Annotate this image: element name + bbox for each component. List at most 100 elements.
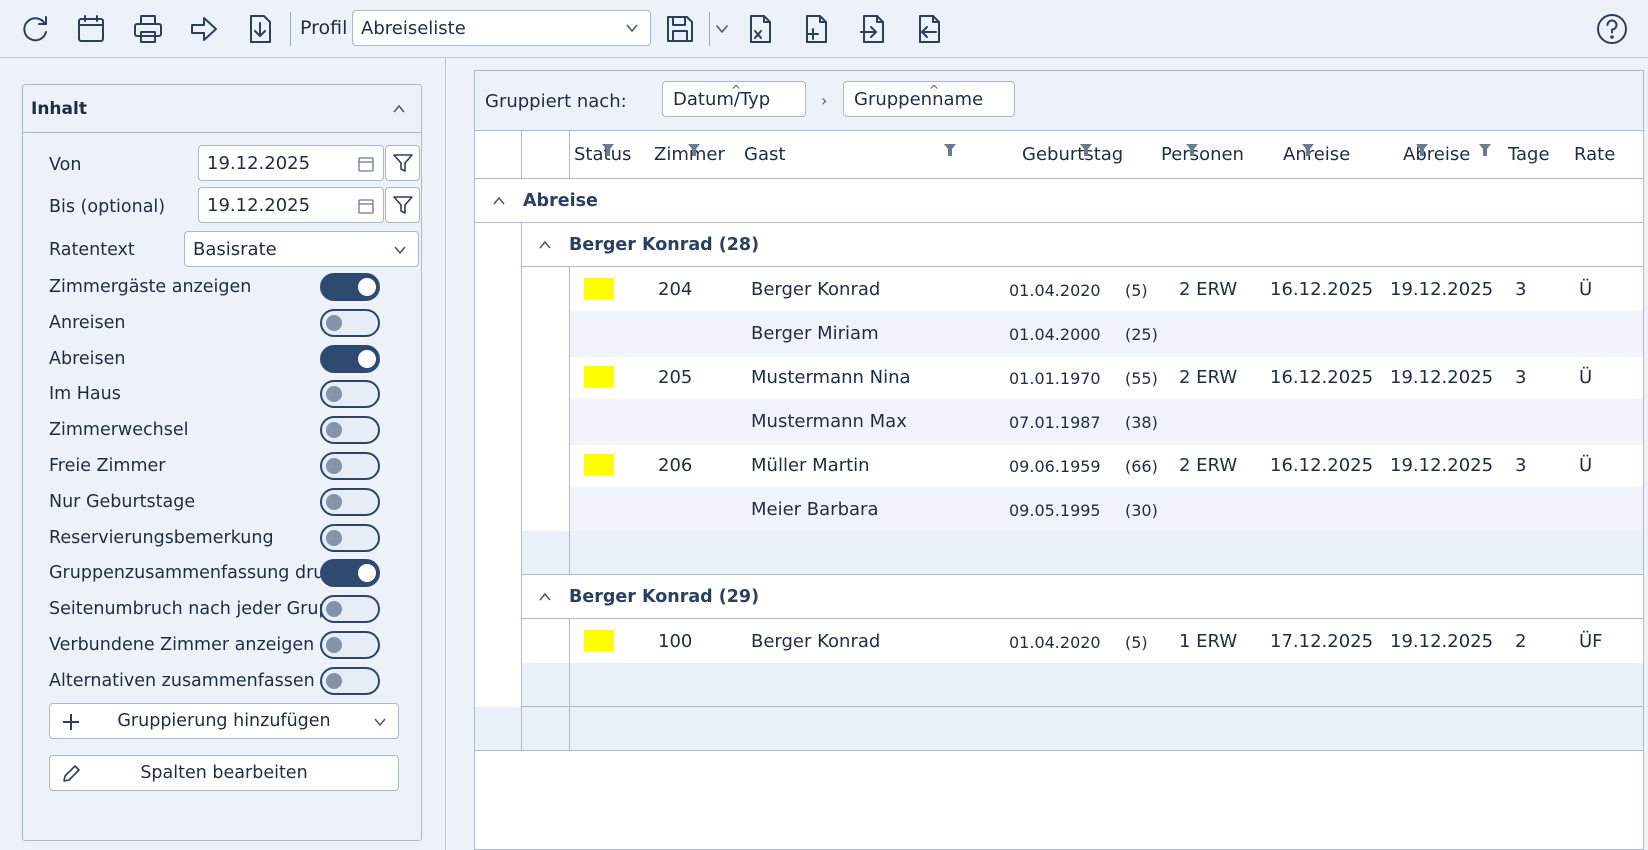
zimmer-cell: 204 (658, 279, 693, 300)
left-sidebar: Inhalt Von 19.12.2025 Bis (optional) 19.… (0, 58, 446, 850)
toggle-label: Freie Zimmer (49, 456, 166, 476)
zimmer-cell: 206 (658, 455, 693, 476)
column-abreise[interactable]: Abreise (1403, 144, 1470, 165)
bis-label: Bis (optional) (49, 197, 166, 217)
calendar-icon[interactable] (357, 155, 375, 173)
toggle-switch[interactable] (320, 631, 380, 659)
geburtstag-cell: 01.04.2000 (1009, 325, 1101, 344)
table-row[interactable]: 100 Berger Konrad 01.04.2020 (5) 1 ERW 17.12.… (570, 619, 1643, 665)
toggle-knob (326, 458, 342, 474)
toggle-switch[interactable] (320, 488, 380, 516)
edit-columns-button[interactable]: Spalten bearbeiten (49, 755, 399, 791)
column-filter-icon[interactable] (1079, 143, 1093, 157)
add-grouping-button[interactable]: Gruppierung hinzufügen (49, 703, 399, 739)
forward-icon[interactable] (185, 10, 223, 48)
alter-cell: (5) (1125, 281, 1148, 300)
toggle-switch[interactable] (320, 345, 380, 373)
bis-filter-button[interactable] (385, 187, 420, 223)
column-header-row: Status Zimmer Gast Geburtstag Personen A… (475, 131, 1643, 179)
anreise-cell: 16.12.2025 (1270, 455, 1374, 476)
toggle-knob (326, 494, 342, 510)
group-title: Berger Konrad (29) (569, 587, 760, 607)
sort-caret-icon: ^ (731, 83, 742, 97)
plus-icon (63, 714, 79, 730)
toggle-switch[interactable] (320, 416, 380, 444)
toggle-switch[interactable] (320, 559, 380, 587)
table-row[interactable]: 204 Berger Konrad 01.04.2020 (5) 2 ERW 16.12.… (570, 267, 1643, 313)
column-filter-icon[interactable] (1478, 143, 1492, 157)
grouped-grid: Gruppiert nach: ^ Datum/Typ › ^ Gruppenn… (474, 70, 1644, 850)
column-rate[interactable]: Rate (1574, 144, 1615, 165)
column-filter-icon[interactable] (943, 143, 957, 157)
toggle-label: Nur Geburtstage (49, 492, 196, 512)
table-row[interactable]: Berger Miriam 01.04.2000 (25) (570, 311, 1643, 357)
toggle-switch[interactable] (320, 595, 380, 623)
profil-value: Abreiseliste (361, 17, 466, 39)
toggle-knob (358, 278, 376, 296)
help-icon[interactable] (1593, 10, 1631, 48)
column-personen[interactable]: Personen (1161, 144, 1244, 165)
column-filter-icon[interactable] (687, 143, 701, 157)
column-geburtstag[interactable]: Geburtstag (1022, 144, 1123, 165)
toggle-switch[interactable] (320, 380, 380, 408)
ratentext-select[interactable]: Basisrate (184, 231, 419, 267)
chevron-up-icon[interactable] (537, 237, 553, 253)
grid-divider (569, 707, 570, 751)
inhalt-panel: Inhalt Von 19.12.2025 Bis (optional) 19.… (22, 84, 422, 841)
column-anreise[interactable]: Anreise (1283, 144, 1350, 165)
group-row-top[interactable]: Abreise (475, 179, 1643, 223)
alter-cell: (30) (1125, 501, 1158, 520)
toggle-switch[interactable] (320, 309, 380, 337)
geburtstag-cell: 09.05.1995 (1009, 501, 1101, 520)
grid-divider (569, 131, 570, 179)
download-icon[interactable] (241, 10, 279, 48)
von-date-input[interactable]: 19.12.2025 (198, 145, 384, 181)
chip-separator: › (821, 91, 828, 110)
alter-cell: (55) (1125, 369, 1158, 388)
table-row[interactable]: 206 Müller Martin 09.06.1959 (66) 2 ERW 16.12… (570, 443, 1643, 489)
table-row[interactable]: Mustermann Max 07.01.1987 (38) (570, 399, 1643, 445)
chevron-up-icon[interactable] (537, 589, 553, 605)
group-row[interactable]: Berger Konrad (28) (522, 223, 1643, 267)
refresh-icon[interactable] (16, 10, 54, 48)
file-excel-icon[interactable] (741, 10, 779, 48)
toggle-label: Anreisen (49, 313, 126, 333)
column-filter-icon[interactable] (1415, 143, 1429, 157)
toggle-knob (358, 564, 376, 582)
anreise-cell: 16.12.2025 (1270, 279, 1374, 300)
chevron-up-icon[interactable] (491, 193, 507, 209)
toggle-switch[interactable] (320, 452, 380, 480)
column-tage[interactable]: Tage (1508, 144, 1550, 165)
table-row[interactable]: Meier Barbara 09.05.1995 (30) (570, 487, 1643, 533)
group-row[interactable]: Berger Konrad (29) (522, 575, 1643, 619)
column-filter-icon[interactable] (1301, 143, 1315, 157)
calendar-icon[interactable] (72, 10, 110, 48)
rate-cell: Ü (1579, 367, 1593, 388)
group-chip-gruppenname[interactable]: ^ Gruppenname (843, 81, 1015, 117)
ratentext-label: Ratentext (49, 240, 135, 260)
save-icon[interactable] (661, 10, 699, 48)
column-filter-icon[interactable] (601, 143, 615, 157)
chevron-up-icon[interactable] (391, 101, 407, 117)
toggle-switch[interactable] (320, 667, 380, 695)
import-icon[interactable] (854, 10, 892, 48)
file-add-icon[interactable] (797, 10, 835, 48)
column-filter-icon[interactable] (1185, 143, 1199, 157)
toggle-label: Zimmerwechsel (49, 420, 189, 440)
gast-cell: Mustermann Nina (751, 367, 911, 388)
export-icon[interactable] (910, 10, 948, 48)
table-row[interactable]: 205 Mustermann Nina 01.01.1970 (55) 2 ERW 16.… (570, 355, 1643, 401)
toggle-switch[interactable] (320, 524, 380, 552)
print-icon[interactable] (129, 10, 167, 48)
toggle-switch[interactable] (320, 273, 380, 301)
column-gast[interactable]: Gast (744, 144, 785, 165)
panel-header[interactable]: Inhalt (23, 85, 421, 133)
group-chip-datum-typ[interactable]: ^ Datum/Typ (662, 81, 806, 117)
von-filter-button[interactable] (385, 145, 420, 181)
calendar-icon[interactable] (357, 197, 375, 215)
save-dropdown-chevron-icon[interactable] (711, 10, 733, 48)
bis-date-input[interactable]: 19.12.2025 (198, 187, 384, 223)
geburtstag-cell: 01.04.2020 (1009, 281, 1101, 300)
bis-value: 19.12.2025 (207, 194, 311, 216)
profil-select[interactable]: Abreiseliste (352, 10, 651, 46)
